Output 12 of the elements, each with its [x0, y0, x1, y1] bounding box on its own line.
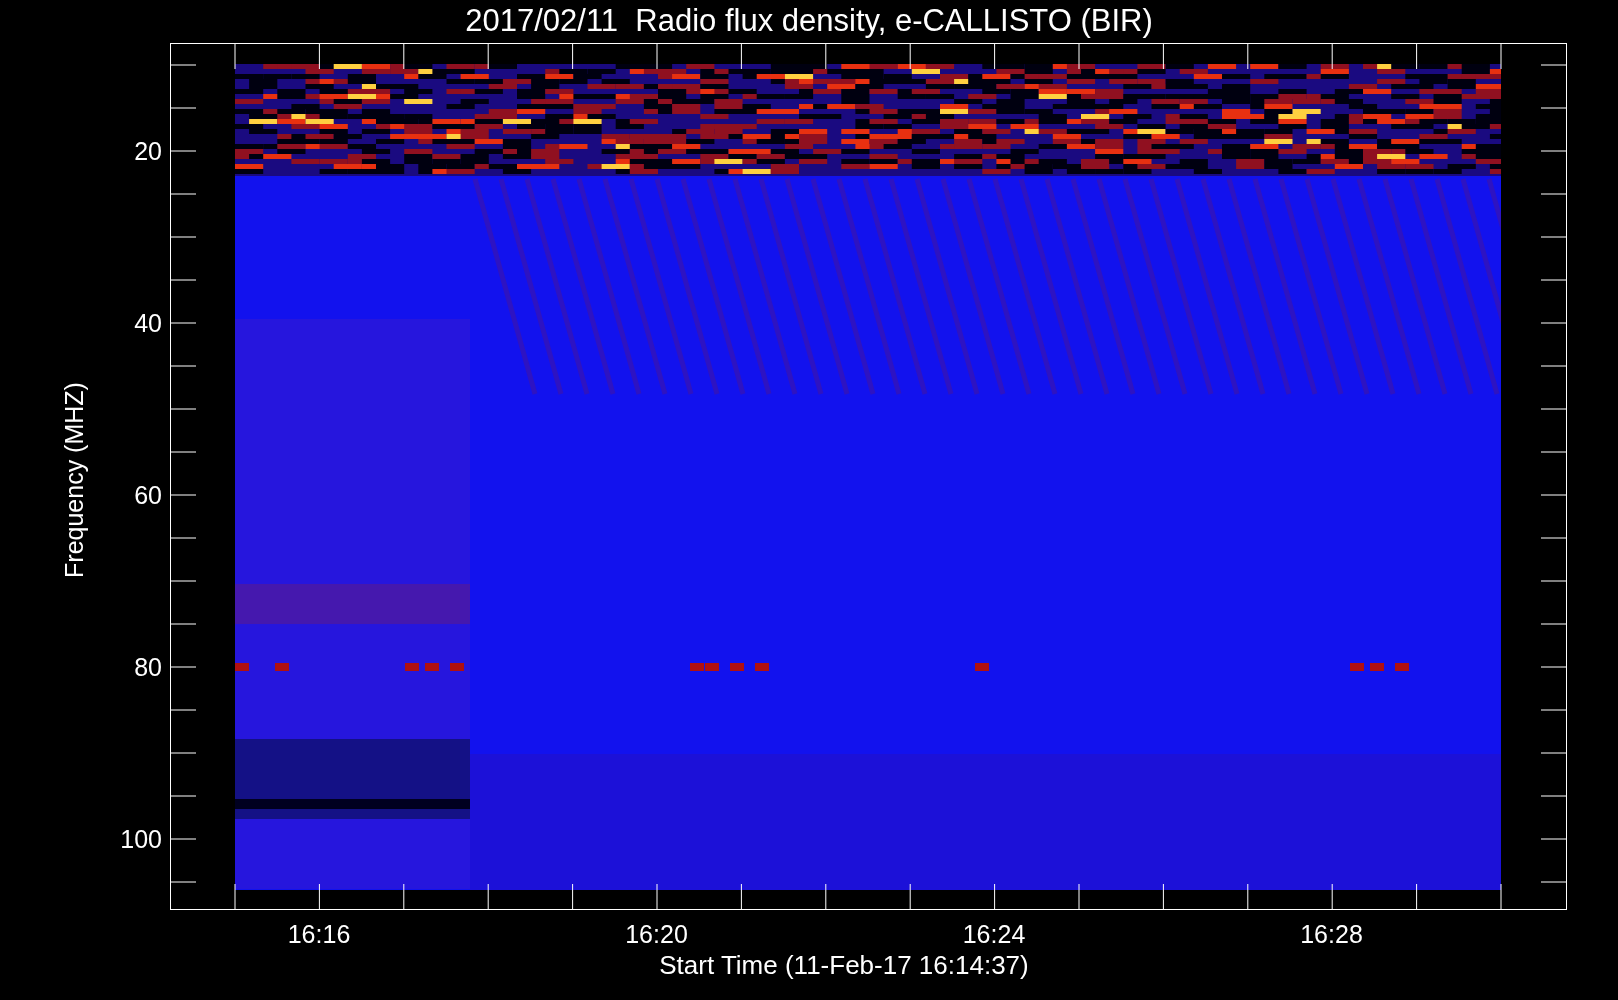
y-tick-label: 60	[133, 481, 162, 509]
chart-title: 2017/02/11 Radio flux density, e-CALLISTO (BIR)	[465, 2, 1153, 40]
y-tick-label: 100	[119, 825, 162, 853]
x-tick-label: 16:28	[1299, 920, 1364, 948]
x-tick-label: 16:20	[624, 920, 689, 948]
y-tick-label: 40	[133, 309, 162, 337]
y-axis-label: Frequency (MHZ)	[60, 382, 88, 578]
x-axis-label: Start Time (11-Feb-17 16:14:37)	[659, 950, 1029, 980]
y-tick-label: 20	[133, 137, 162, 165]
x-tick-label: 16:16	[286, 920, 352, 948]
x-tick-label: 16:24	[961, 920, 1027, 948]
y-tick-label: 80	[133, 653, 162, 681]
